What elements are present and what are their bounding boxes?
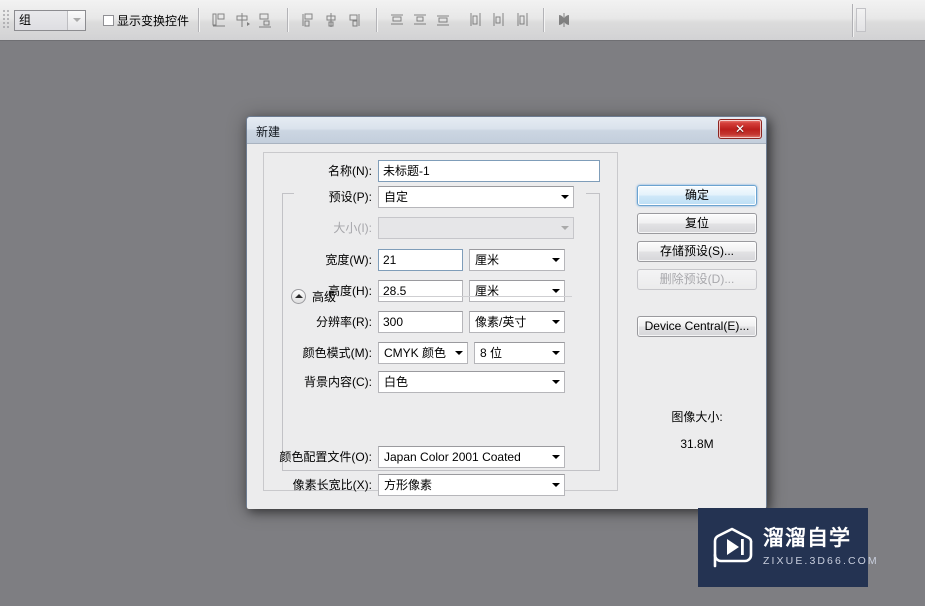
toolbar-overflow-handle[interactable] bbox=[856, 8, 866, 32]
close-icon: ✕ bbox=[734, 122, 746, 136]
preset-value: 自定 bbox=[384, 190, 409, 204]
pixelaspect-label: 像素长宽比(X): bbox=[292, 478, 372, 492]
toolbar-right-divider bbox=[852, 4, 854, 37]
chevron-down-icon bbox=[556, 195, 573, 199]
show-transform-checkbox[interactable]: 显示变换控件 bbox=[103, 10, 189, 30]
background-label: 背景内容(C): bbox=[304, 375, 372, 389]
distribute-top-edges-icon[interactable] bbox=[388, 10, 409, 31]
distribute-horizontal-centers-icon[interactable] bbox=[489, 10, 510, 31]
size-dropdown bbox=[378, 217, 574, 239]
preset-label: 预设(P): bbox=[328, 190, 372, 204]
align-horizontal-group bbox=[209, 10, 278, 31]
watermark-subtitle: ZIXUE.3D66.COM bbox=[763, 555, 879, 567]
toolbar-separator bbox=[198, 8, 201, 32]
image-size-label: 图像大小: bbox=[671, 410, 723, 424]
device-central-button[interactable]: Device Central(E)... bbox=[637, 316, 757, 337]
watermark-badge: 溜溜自学 ZIXUE.3D66.COM bbox=[698, 508, 877, 587]
distribute-left-edges-icon[interactable] bbox=[466, 10, 487, 31]
bitdepth-value: 8 位 bbox=[480, 346, 503, 360]
align-left-edges-icon[interactable] bbox=[210, 10, 231, 31]
image-size-value: 31.8M bbox=[680, 437, 714, 451]
delete-preset-button: 删除预设(D)... bbox=[637, 269, 757, 290]
colorprofile-dropdown[interactable]: Japan Color 2001 Coated bbox=[378, 446, 565, 468]
play-button-logo-icon bbox=[709, 525, 755, 571]
align-right-edges-icon[interactable] bbox=[256, 10, 277, 31]
colorprofile-value: Japan Color 2001 Coated bbox=[384, 450, 521, 464]
reset-button[interactable]: 复位 bbox=[637, 213, 757, 234]
show-transform-label: 显示变换控件 bbox=[117, 13, 190, 28]
chevron-up-icon bbox=[291, 288, 306, 304]
chevron-down-icon bbox=[547, 258, 564, 262]
dialog-body: 名称(N): 未标题-1 预设(P): 自定 大小(I): 宽度(W): 21 … bbox=[247, 144, 766, 509]
resolution-label: 分辨率(R): bbox=[316, 315, 372, 329]
pixelaspect-dropdown[interactable]: 方形像素 bbox=[378, 474, 565, 496]
width-unit-value: 厘米 bbox=[475, 253, 500, 267]
distribute-vertical-group bbox=[387, 10, 456, 31]
chevron-down-icon bbox=[547, 483, 564, 487]
height-unit-dropdown[interactable]: 厘米 bbox=[469, 280, 565, 302]
align-bottom-edges-icon[interactable] bbox=[345, 10, 366, 31]
size-label: 大小(I): bbox=[333, 221, 372, 235]
resolution-unit-value: 像素/英寸 bbox=[475, 315, 527, 329]
name-input[interactable]: 未标题-1 bbox=[378, 160, 600, 182]
ok-button[interactable]: 确定 bbox=[637, 185, 757, 206]
resolution-input[interactable]: 300 bbox=[378, 311, 463, 333]
align-horizontal-centers-icon[interactable] bbox=[233, 10, 254, 31]
advanced-label: 高级 bbox=[312, 289, 337, 304]
chevron-down-icon bbox=[547, 289, 564, 293]
width-label: 宽度(W): bbox=[325, 253, 372, 267]
toolbar-separator-3 bbox=[376, 8, 379, 32]
chevron-down-icon bbox=[547, 455, 564, 459]
align-top-edges-icon[interactable] bbox=[299, 10, 320, 31]
width-input[interactable]: 21 bbox=[378, 249, 463, 271]
new-document-dialog: 新建 ✕ 名称(N): 未标题-1 预设(P): 自定 大小(I): 宽度(W)… bbox=[246, 116, 767, 509]
dialog-titlebar[interactable]: 新建 ✕ bbox=[247, 117, 766, 144]
chevron-down-icon bbox=[556, 226, 573, 230]
group-combo[interactable]: 组 bbox=[14, 9, 86, 31]
toolbar-separator-4 bbox=[543, 8, 546, 32]
distribute-bottom-edges-icon[interactable] bbox=[434, 10, 455, 31]
chevron-down-icon bbox=[547, 351, 564, 355]
colormode-dropdown[interactable]: CMYK 颜色 bbox=[378, 342, 468, 364]
distribute-right-edges-icon[interactable] bbox=[512, 10, 533, 31]
chevron-down-icon bbox=[450, 351, 467, 355]
name-label: 名称(N): bbox=[328, 164, 372, 178]
chevron-down-icon bbox=[547, 320, 564, 324]
chevron-down-icon bbox=[547, 380, 564, 384]
align-vertical-centers-icon[interactable] bbox=[322, 10, 343, 31]
groupbox-top-right-edge bbox=[586, 193, 600, 194]
resolution-unit-dropdown[interactable]: 像素/英寸 bbox=[469, 311, 565, 333]
colormode-label: 颜色模式(M): bbox=[302, 346, 372, 360]
group-combo-value: 组 bbox=[15, 10, 67, 30]
save-preset-button[interactable]: 存储预设(S)... bbox=[637, 241, 757, 262]
settings-form-panel: 名称(N): 未标题-1 预设(P): 自定 大小(I): 宽度(W): 21 … bbox=[263, 152, 618, 496]
distribute-horizontal-group bbox=[465, 10, 534, 31]
options-toolbar: 组 显示变换控件 bbox=[0, 0, 925, 41]
auto-align-group bbox=[554, 10, 577, 31]
watermark-title: 溜溜自学 bbox=[763, 527, 851, 550]
preset-dropdown[interactable]: 自定 bbox=[378, 186, 574, 208]
width-unit-dropdown[interactable]: 厘米 bbox=[469, 249, 565, 271]
colormode-value: CMYK 颜色 bbox=[384, 346, 447, 360]
toolbar-drag-handle[interactable] bbox=[1, 10, 11, 30]
advanced-divider bbox=[379, 296, 572, 297]
colorprofile-label: 颜色配置文件(O): bbox=[279, 450, 372, 464]
chevron-down-icon bbox=[67, 10, 85, 30]
align-vertical-group bbox=[298, 10, 367, 31]
background-value: 白色 bbox=[384, 375, 409, 389]
pixelaspect-value: 方形像素 bbox=[384, 478, 433, 492]
close-button[interactable]: ✕ bbox=[718, 119, 762, 139]
background-dropdown[interactable]: 白色 bbox=[378, 371, 565, 393]
checkbox-box-icon bbox=[103, 14, 114, 26]
dialog-title: 新建 bbox=[256, 125, 281, 139]
auto-align-layers-icon[interactable] bbox=[555, 10, 576, 31]
toolbar-separator-2 bbox=[287, 8, 290, 32]
height-unit-value: 厘米 bbox=[475, 284, 500, 298]
bitdepth-dropdown[interactable]: 8 位 bbox=[474, 342, 565, 364]
distribute-vertical-centers-icon[interactable] bbox=[411, 10, 432, 31]
